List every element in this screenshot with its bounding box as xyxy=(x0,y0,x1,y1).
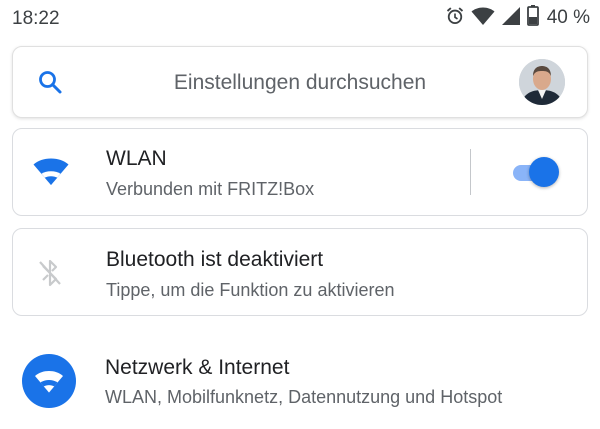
wlan-subtitle: Verbunden mit FRITZ!Box xyxy=(106,179,315,199)
wlan-title: WLAN xyxy=(106,147,167,170)
wifi-signal-icon xyxy=(471,6,495,31)
status-bar: 18:22 40 % xyxy=(0,0,600,36)
bluetooth-suggestion-card[interactable]: Bluetooth ist deaktiviert Tippe, um die … xyxy=(12,228,588,316)
bluetooth-title: Bluetooth ist deaktiviert xyxy=(106,248,324,271)
bluetooth-subtitle: Tippe, um die Funktion zu aktivieren xyxy=(106,280,395,300)
settings-item-subtitle: WLAN, Mobilfunknetz, Datennutzung und Ho… xyxy=(105,387,503,407)
wlan-toggle[interactable] xyxy=(509,155,559,189)
status-time: 18:22 xyxy=(12,8,60,29)
cellular-signal-icon xyxy=(501,6,521,31)
avatar[interactable] xyxy=(519,59,565,105)
wifi-icon xyxy=(33,158,69,191)
toggle-thumb[interactable] xyxy=(529,157,559,187)
search-bar[interactable]: Einstellungen durchsuchen xyxy=(12,46,588,118)
vertical-divider xyxy=(470,149,471,195)
search-placeholder[interactable]: Einstellungen durchsuchen xyxy=(13,71,587,95)
wlan-suggestion-card[interactable]: WLAN Verbunden mit FRITZ!Box xyxy=(12,128,588,216)
battery-percentage: 40 % xyxy=(546,7,590,28)
status-icons: 40 % xyxy=(445,5,590,31)
settings-item-title: Netzwerk & Internet xyxy=(105,356,290,379)
bluetooth-disabled-icon xyxy=(37,257,63,294)
battery-icon xyxy=(526,5,539,31)
settings-item-network-internet[interactable]: Netzwerk & Internet WLAN, Mobilfunknetz,… xyxy=(0,340,600,429)
alarm-icon xyxy=(445,6,465,31)
wifi-icon xyxy=(22,354,76,408)
